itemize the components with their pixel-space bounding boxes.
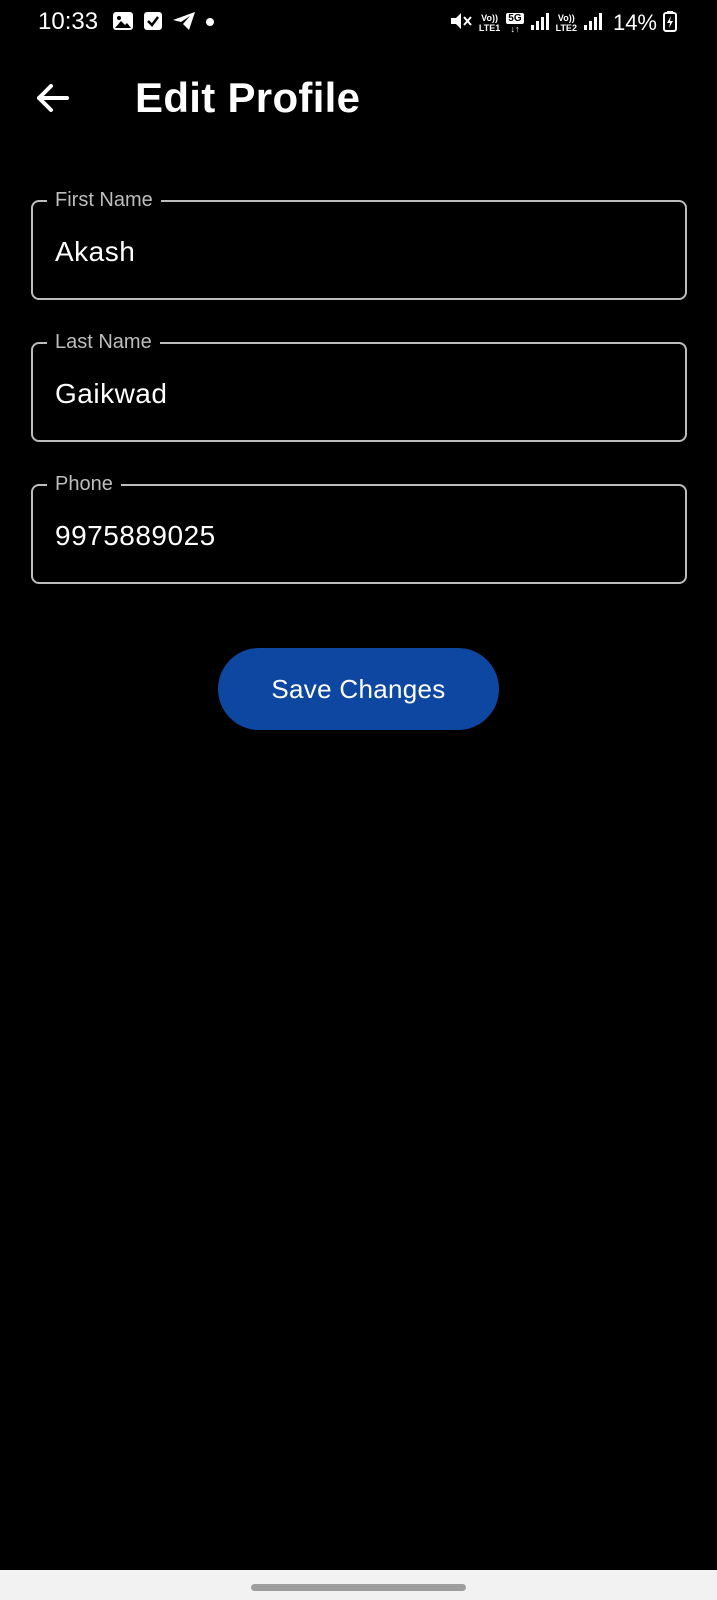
last-name-field[interactable]: Last Name [31, 330, 687, 442]
back-button[interactable] [30, 78, 74, 122]
status-time: 10:33 [38, 8, 99, 35]
dot-icon [204, 10, 216, 32]
home-gesture-handle[interactable] [251, 1584, 466, 1591]
app-bar: Edit Profile [0, 60, 717, 140]
network-lte2: Vo)) LTE2 [556, 13, 577, 33]
network-lte1-top: Vo)) [481, 13, 498, 23]
mute-icon [449, 10, 473, 37]
phone-input[interactable] [53, 518, 657, 554]
first-name-label: First Name [47, 188, 161, 212]
system-status-icons: Vo)) LTE1 5G ↓↑ Vo)) LTE2 14% [449, 8, 677, 38]
phone-field[interactable]: Phone [31, 472, 687, 584]
signal-icon [583, 11, 603, 36]
network-lte1: Vo)) LTE1 [479, 13, 500, 33]
navigation-bar [0, 1570, 717, 1600]
last-name-label: Last Name [47, 330, 160, 354]
network-lte2-top: Vo)) [557, 13, 575, 23]
network-5g-label: 5G [506, 12, 524, 24]
last-name-input[interactable] [53, 376, 657, 412]
network-5g: 5G ↓↑ [506, 12, 524, 34]
phone-label: Phone [47, 472, 121, 496]
page-title: Edit Profile [135, 74, 361, 121]
network-lte1-bottom: LTE1 [478, 23, 501, 33]
battery-charging-icon [663, 10, 677, 37]
save-changes-button[interactable]: Save Changes [218, 648, 499, 730]
status-bar: 10:33 Vo)) LTE1 5G ↓↑ Vo)) LTE2 14% [0, 0, 717, 48]
checkbox-icon [142, 10, 164, 32]
telegram-icon [172, 10, 196, 32]
gallery-icon [112, 10, 134, 32]
notification-icons [112, 10, 216, 32]
signal-icon [530, 11, 550, 36]
first-name-field[interactable]: First Name [31, 188, 687, 300]
battery-percent: 14% [612, 10, 657, 35]
arrow-left-icon [35, 83, 69, 118]
data-arrows-icon: ↓↑ [510, 23, 520, 34]
first-name-input[interactable] [53, 234, 657, 270]
network-lte2-bottom: LTE2 [555, 23, 577, 33]
edit-profile-screen: 10:33 Vo)) LTE1 5G ↓↑ Vo)) LTE2 14% Edit… [0, 0, 717, 1600]
